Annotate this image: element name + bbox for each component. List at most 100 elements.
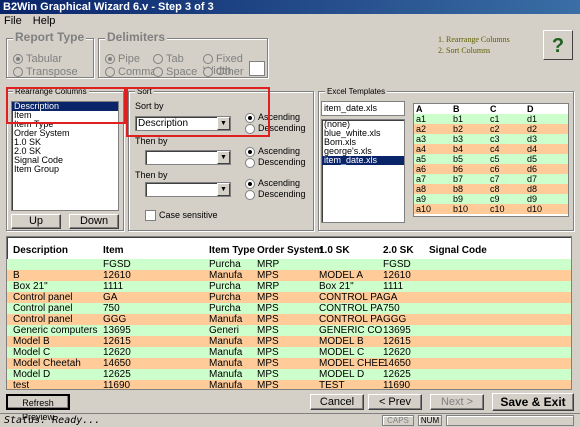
up-button[interactable]: Up	[11, 214, 61, 229]
case-sensitive-checkbox[interactable]: Case sensitive	[145, 210, 218, 222]
preview-cell: 11690	[383, 380, 411, 390]
preview-row[interactable]: Model C 12620 Manufa MPS MODEL C 12620	[7, 347, 571, 358]
template-file-item[interactable]: item_date.xls	[322, 156, 404, 165]
preview-cell: 14650	[383, 358, 411, 369]
preview-cell: GENERIC CO	[319, 325, 383, 336]
sort-ascending-2[interactable]: Ascending	[245, 146, 300, 157]
preview-cell: Generi	[209, 325, 240, 336]
preview-cell: 750	[103, 303, 120, 314]
preview-row[interactable]: Control panel GGG Manufa MPS CONTROL PA GGG	[7, 314, 571, 325]
template-row: a10 b10 c10 d10	[414, 204, 568, 214]
rearrange-item[interactable]: Item Group	[12, 165, 118, 174]
preview-cell: MRP	[257, 281, 280, 292]
template-header-cell: B	[453, 104, 460, 114]
highlight-box	[6, 87, 126, 124]
template-cell: a6	[416, 164, 427, 174]
preview-cell: GGG	[383, 314, 407, 325]
preview-row[interactable]: B 12610 Manufa MPS MODEL A 12610	[7, 270, 571, 281]
preview-cell: Manufa	[209, 380, 243, 390]
template-header-cell: A	[416, 104, 423, 114]
preview-header-cell: 1.0 SK	[319, 245, 350, 256]
preview-grid[interactable]: Description Item Item Type Order System 1.0 …	[6, 236, 572, 390]
delimiter-tab[interactable]: Tab	[153, 53, 184, 65]
preview-row[interactable]: Box 21" 1111 Purcha MRP Box 21" 1111	[7, 281, 571, 292]
menu-help[interactable]: Help	[29, 14, 60, 28]
caps-indicator: CAPS	[382, 415, 414, 426]
status-pane	[446, 415, 574, 426]
preview-row[interactable]: Model Cheetah 14650 Manufa MPS MODEL CHEE 146…	[7, 358, 571, 369]
report-type-tabular[interactable]: Tabular	[13, 53, 62, 65]
prev-button[interactable]: < Prev	[368, 394, 422, 410]
template-cell: c10	[490, 204, 505, 214]
preview-cell: Model Cheetah	[13, 358, 81, 369]
preview-row[interactable]: Control panel GA Purcha MPS CONTROL PA GA	[7, 292, 571, 303]
status-text: Status: Ready...	[4, 415, 101, 426]
preview-cell: MPS	[257, 336, 279, 347]
menu-file[interactable]: File	[0, 14, 26, 28]
report-type-transpose[interactable]: Transpose	[13, 66, 78, 78]
delimiter-comma[interactable]: Comma	[105, 66, 157, 78]
preview-cell: MODEL A	[319, 270, 364, 281]
preview-row[interactable]: Model B 12615 Manufa MPS MODEL B 12615	[7, 336, 571, 347]
cancel-button[interactable]: Cancel	[310, 394, 364, 410]
preview-cell: Control panel	[13, 292, 73, 303]
next-button[interactable]: Next >	[430, 394, 484, 410]
template-cell: c8	[490, 184, 500, 194]
delimiters-group: Delimiters Pipe Comma Tab Space Fixed Wi…	[98, 30, 268, 78]
preview-header-cell: 2.0 SK	[383, 245, 414, 256]
radio-icon	[105, 54, 115, 65]
template-cell: c4	[490, 144, 500, 154]
preview-cell: FGSD	[103, 259, 131, 270]
preview-cell: MPS	[257, 325, 279, 336]
preview-row[interactable]: test 11690 Manufa MPS TEST 11690	[7, 380, 571, 390]
template-header-row: A B C D	[414, 104, 568, 114]
template-row: a3 b3 c3 d3	[414, 134, 568, 144]
preview-cell: MPS	[257, 380, 279, 390]
template-cell: c9	[490, 194, 500, 204]
preview-cell: FGSD	[383, 259, 411, 270]
template-cell: b2	[453, 124, 464, 134]
down-button[interactable]: Down	[69, 214, 119, 229]
preview-row[interactable]: Model D 12625 Manufa MPS MODEL D 12625	[7, 369, 571, 380]
preview-row[interactable]: FGSD Purcha MRP FGSD	[7, 259, 571, 270]
preview-row[interactable]: Control panel 750 Purcha MPS CONTROL PA 750	[7, 303, 571, 314]
refresh-preview-button[interactable]: Refresh Preview	[6, 394, 70, 422]
preview-cell: MODEL D	[319, 369, 365, 380]
num-indicator: NUM	[418, 415, 442, 426]
template-file-list[interactable]: (none) blue_white.xls Bom.xls george's.xls i…	[321, 119, 405, 223]
then-by-select-1[interactable]: ▼	[145, 150, 231, 165]
template-cell: a8	[416, 184, 427, 194]
help-button[interactable]: ?	[543, 30, 573, 60]
excel-templates-title: Excel Templates	[325, 87, 388, 96]
delimiter-pipe[interactable]: Pipe	[105, 53, 140, 65]
sort-ascending-3[interactable]: Ascending	[245, 178, 300, 189]
save-exit-button[interactable]: Save & Exit	[492, 393, 574, 411]
template-filename-input[interactable]: item_date.xls	[321, 101, 405, 116]
template-cell: a5	[416, 154, 427, 164]
template-row: a6 b6 c6 d6	[414, 164, 568, 174]
step-1: 1. Rearrange Columns	[438, 35, 510, 44]
sort-descending-3[interactable]: Descending	[245, 189, 306, 200]
preview-header-cell: Item	[103, 245, 124, 256]
highlight-box	[126, 87, 270, 137]
template-cell: a1	[416, 114, 427, 124]
preview-row[interactable]: Generic computers 13695 Generi MPS GENERIC C…	[7, 325, 571, 336]
delimiter-space[interactable]: Space	[153, 66, 197, 78]
delimiter-other[interactable]: Other	[203, 66, 244, 78]
preview-cell: 1111	[383, 281, 404, 292]
delimiters-title: Delimiters	[105, 30, 168, 44]
template-cell: d2	[527, 124, 538, 134]
template-cell: b9	[453, 194, 464, 204]
other-delimiter-input[interactable]	[249, 61, 265, 76]
template-cell: d4	[527, 144, 538, 154]
template-cell: b7	[453, 174, 464, 184]
sort-descending-2[interactable]: Descending	[245, 157, 306, 168]
preview-cell: MODEL CHEE	[319, 358, 385, 369]
template-cell: c6	[490, 164, 500, 174]
preview-cell: GA	[103, 292, 118, 303]
template-cell: c3	[490, 134, 500, 144]
template-cell: a7	[416, 174, 427, 184]
then-by-select-2[interactable]: ▼	[145, 182, 231, 197]
preview-cell: CONTROL PA	[319, 314, 383, 325]
radio-icon	[153, 54, 163, 65]
